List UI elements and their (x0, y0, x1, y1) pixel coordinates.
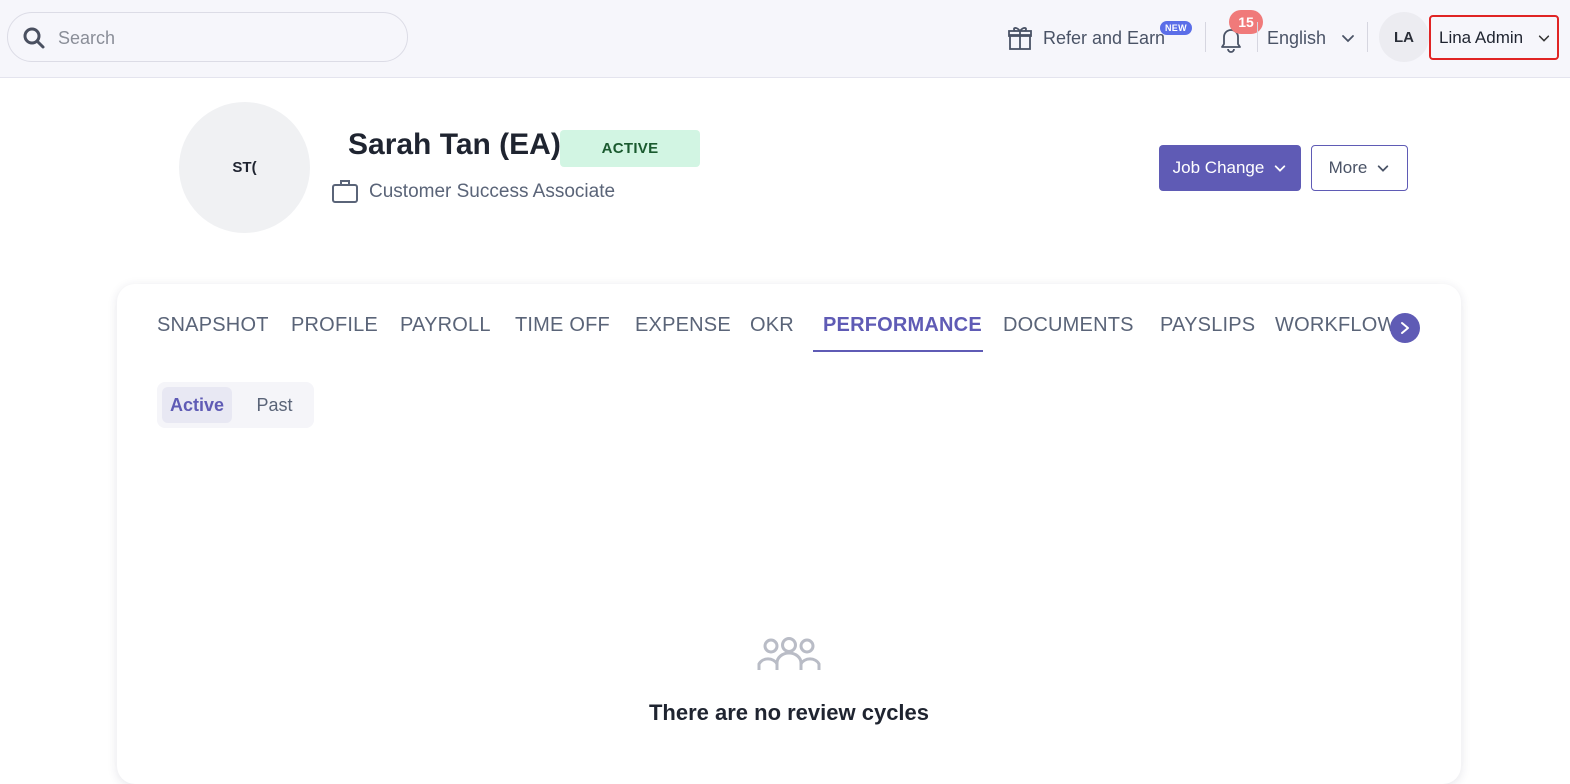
tab-expense[interactable]: EXPENSE (635, 314, 731, 354)
tab-bar: SNAPSHOT PROFILE PAYROLL TIME OFF EXPENS… (157, 314, 1392, 354)
user-avatar[interactable]: LA (1379, 12, 1429, 62)
new-badge: NEW (1160, 21, 1192, 35)
users-group-icon (757, 637, 821, 670)
job-change-button[interactable]: Job Change (1159, 145, 1301, 191)
tab-payroll[interactable]: PAYROLL (400, 314, 491, 354)
chevron-down-icon (1538, 35, 1550, 42)
tab-time-off[interactable]: TIME OFF (515, 314, 610, 354)
search-box[interactable] (7, 12, 408, 62)
empty-state-message: There are no review cycles (648, 700, 930, 725)
top-bar: Refer and Earn NEW 15 English LA Lina Ad… (0, 0, 1570, 78)
employee-avatar: ST( (179, 102, 310, 233)
content-card: SNAPSHOT PROFILE PAYROLL TIME OFF EXPENS… (117, 284, 1461, 784)
tab-snapshot[interactable]: SNAPSHOT (157, 314, 269, 354)
tab-okr[interactable]: OKR (750, 314, 794, 354)
language-selector[interactable]: English (1267, 22, 1356, 54)
chevron-down-icon (1378, 165, 1389, 172)
job-title: Customer Success Associate (369, 181, 616, 202)
divider (1257, 22, 1258, 52)
divider (1205, 22, 1206, 52)
chevron-down-icon (1342, 35, 1354, 43)
tab-payslips[interactable]: PAYSLIPS (1160, 314, 1255, 354)
chevron-down-icon (1275, 165, 1286, 172)
language-label: English (1267, 27, 1327, 48)
status-badge: ACTIVE (560, 130, 700, 167)
refer-and-earn-link[interactable]: Refer and Earn NEW (1006, 21, 1192, 54)
employee-name: Sarah Tan (EA) (348, 128, 561, 161)
more-button[interactable]: More (1311, 145, 1408, 191)
tab-profile[interactable]: PROFILE (291, 314, 378, 354)
user-name: Lina Admin (1439, 27, 1524, 47)
tab-workflows[interactable]: WORKFLOWS (1275, 314, 1392, 354)
search-input[interactable] (58, 23, 388, 53)
divider (1367, 22, 1368, 52)
tab-performance[interactable]: PERFORMANCE (823, 314, 982, 354)
more-label: More (1328, 158, 1368, 177)
chevron-right-icon (1401, 322, 1409, 334)
filter-active-button[interactable]: Active (162, 387, 232, 423)
review-filter-toggle: Active Past (157, 382, 314, 428)
job-change-label: Job Change (1172, 158, 1265, 177)
gift-icon (1008, 27, 1032, 50)
filter-past-button[interactable]: Past (242, 387, 307, 423)
search-icon (23, 27, 45, 49)
tabs-scroll-right-button[interactable] (1390, 313, 1420, 343)
active-tab-indicator (813, 350, 983, 352)
user-menu-select[interactable]: Lina Admin (1429, 15, 1559, 60)
briefcase-icon (332, 180, 358, 203)
refer-label: Refer and Earn (1043, 27, 1166, 48)
tab-documents[interactable]: DOCUMENTS (1003, 314, 1134, 354)
